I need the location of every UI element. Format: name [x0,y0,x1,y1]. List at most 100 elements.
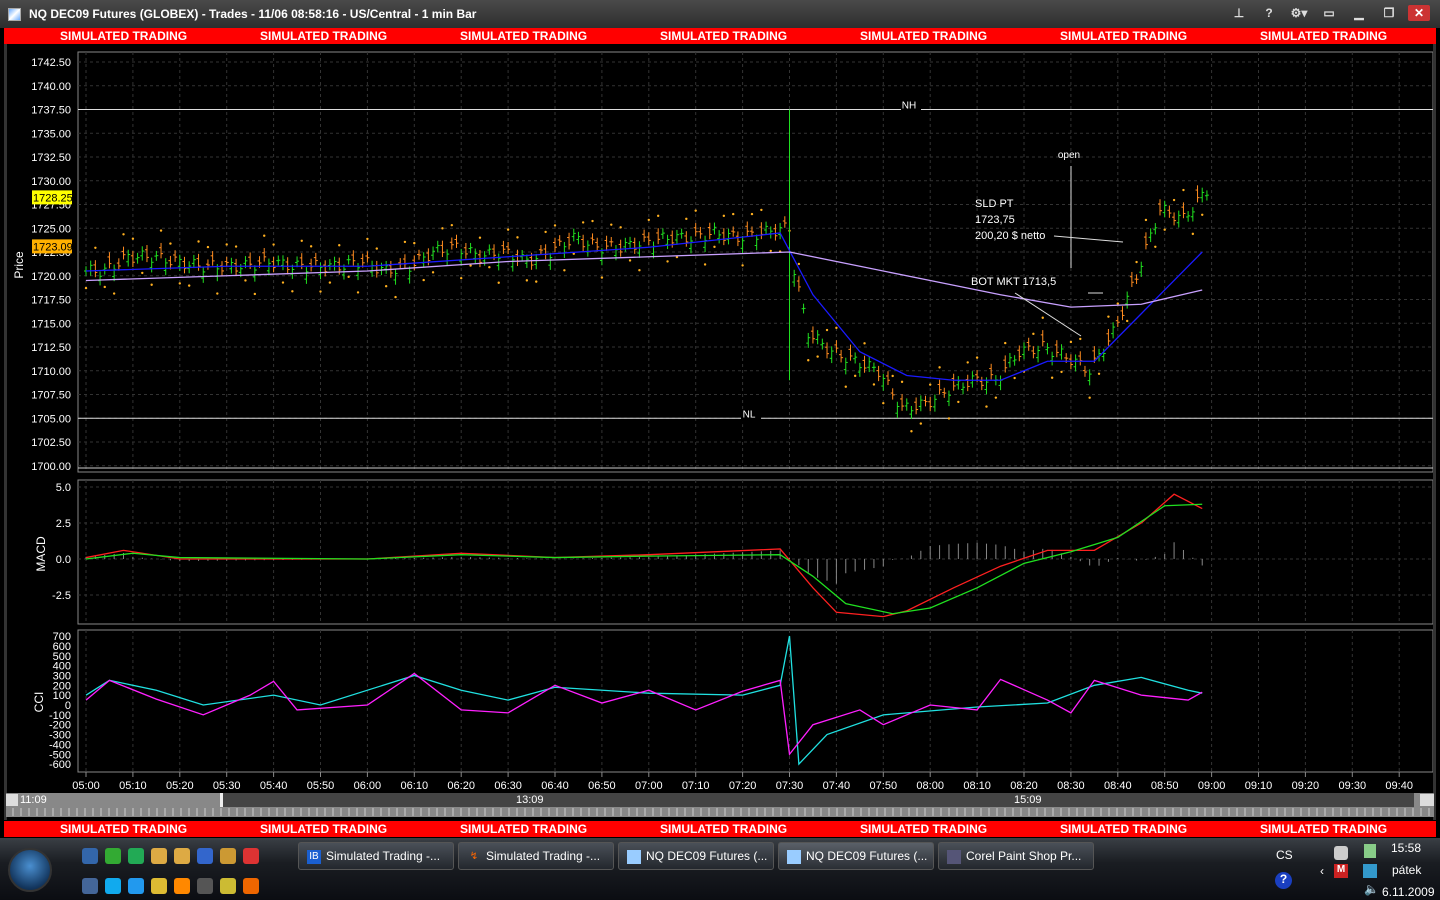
parabolic-sar-dot [356,291,360,294]
scroll-thumb[interactable] [220,793,223,807]
x-tick-label: 08:20 [1010,780,1038,792]
x-tick-label: 05:20 [166,780,194,792]
winamp-icon[interactable] [197,878,213,894]
keys-icon[interactable] [151,878,167,894]
parabolic-sar-dot [141,271,144,275]
chart-frame: 05:00 05:10 05:20 05:30 05:40 05:50 06:00 06:10… [4,44,1436,820]
show-hidden-icons[interactable]: ‹ [1320,864,1324,878]
price-tick-label: 1725.00 [31,223,71,235]
price-tick-label: 1707.50 [31,390,71,402]
task-nq-futures-1[interactable]: NQ DEC09 Futures (... [618,842,774,870]
parabolic-sar-dot [1069,340,1073,344]
parabolic-sar-dot [741,264,744,267]
fast-ma-line [85,232,1203,381]
mcafee-icon[interactable]: M [1334,864,1348,878]
excel-icon[interactable] [128,848,144,864]
macd-tick-label: 2.5 [56,518,71,530]
ie-icon[interactable] [128,878,144,894]
parabolic-sar-dot [319,290,322,293]
parabolic-sar-dot [178,282,181,285]
price-tick-label: 1720.00 [31,271,71,283]
parabolic-sar-dot [84,286,88,290]
parabolic-sar-dot [159,229,163,232]
parabolic-sar-dot [384,285,388,288]
price-tick-label: 1700.00 [31,461,71,473]
chart-icon [627,849,641,864]
scroll-track[interactable] [222,793,1414,807]
x-tick-label: 08:00 [916,780,944,792]
restore-panel-button[interactable]: ▭ [1318,5,1340,21]
x-tick-label: 08:50 [1151,780,1179,792]
scroll-right-time: 15:09 [1014,794,1042,806]
pin-icon[interactable]: ⊥ [1228,5,1250,21]
media-icon[interactable] [174,878,190,894]
word-icon[interactable] [197,848,213,864]
cci-slow-line [85,635,1203,766]
clock-time[interactable]: 15:58 [1391,841,1421,855]
desktop-icon[interactable] [82,848,98,864]
minimize-button[interactable]: ▁ [1348,5,1370,21]
close-button[interactable]: ✕ [1408,5,1430,21]
maximize-button[interactable]: ❐ [1378,5,1400,21]
banner-text: SIMULATED TRADING [260,29,388,43]
language-indicator[interactable]: CS [1276,848,1293,862]
help-tray-icon[interactable]: ? [1275,872,1292,889]
skype-tray-icon[interactable] [1334,846,1348,860]
ib-icon: IB [307,849,321,864]
task-label: Simulated Trading -... [326,849,441,863]
lock-icon[interactable] [220,878,236,894]
network-icon[interactable] [220,848,236,864]
lingvo-icon[interactable] [105,848,121,864]
parabolic-sar-dot [460,276,463,280]
parabolic-sar-dot [1060,370,1063,374]
parabolic-sar-dot [216,292,219,295]
clock-day[interactable]: pátek [1392,863,1421,877]
parabolic-sar-dot [807,359,810,362]
help-icon[interactable]: ? [1258,5,1280,21]
parabolic-sar-dot [666,260,669,263]
start-button[interactable] [8,848,52,892]
cert2-icon[interactable] [174,848,190,864]
x-tick-label: 05:40 [260,780,288,792]
parabolic-sar-dot [1172,198,1176,202]
parabolic-sar-dot [366,237,369,241]
tools-icon[interactable]: ⚙▾ [1288,5,1310,21]
skype-icon[interactable] [105,878,121,894]
x-tick-label: 08:30 [1057,780,1085,792]
task-simulated-trading-1[interactable]: IB Simulated Trading -... [298,842,454,870]
x-tick-label: 05:50 [307,780,335,792]
x-tick-label: 07:50 [870,780,898,792]
parabolic-sar-dot [891,374,894,378]
annotation-sld-line [1053,235,1124,243]
banner-text: SIMULATED TRADING [1060,822,1188,836]
clock-date[interactable]: 6.11.2009 [1382,885,1435,899]
parabolic-sar-dot [882,401,885,405]
parabolic-sar-dot [732,212,735,216]
opera-icon[interactable] [243,848,259,864]
cert1-icon[interactable] [151,848,167,864]
banner-text: SIMULATED TRADING [1260,29,1388,43]
task-simulated-trading-2[interactable]: ↯ Simulated Trading -... [458,842,614,870]
zoom-strip[interactable] [6,808,1434,816]
x-tick-label: 08:10 [963,780,991,792]
banner-text: SIMULATED TRADING [60,822,188,836]
parabolic-sar-dot [1107,315,1110,318]
switch-icon[interactable] [82,878,98,894]
x-tick-label: 09:20 [1292,780,1320,792]
chart-canvas[interactable]: 05:00 05:10 05:20 05:30 05:40 05:50 06:00 06:10… [7,44,1433,794]
scroll-left-button[interactable] [6,794,18,806]
annotation-bot: BOT MKT 1713,5 [971,276,1056,288]
price-tick-label: 1737.50 [31,105,71,117]
time-scrollbar[interactable]: 11:09 13:09 15:09 [6,793,1434,817]
parabolic-sar-dot [835,326,838,330]
scroll-right-button[interactable] [1420,794,1434,806]
parabolic-sar-dot [797,262,801,266]
power-icon[interactable] [1364,844,1376,858]
simulated-banner-bottom: SIMULATED TRADING SIMULATED TRADING SIMULA… [4,821,1436,837]
firefox-icon[interactable] [243,878,259,894]
task-corel-paint-shop[interactable]: Corel Paint Shop Pr... [938,842,1094,870]
volume-icon[interactable]: 🔈 [1364,882,1379,896]
parabolic-sar-dot [1041,316,1044,319]
network-icon[interactable] [1363,864,1377,878]
task-nq-futures-2[interactable]: NQ DEC09 Futures (... [778,842,934,870]
